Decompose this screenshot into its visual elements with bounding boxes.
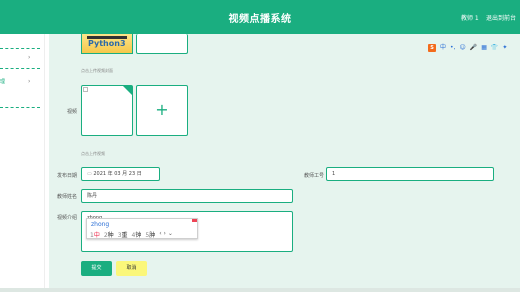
- ime-candidate[interactable]: 2种: [104, 230, 114, 239]
- microphone-icon[interactable]: 🎤: [470, 44, 477, 52]
- video-upload-box[interactable]: +: [136, 85, 188, 136]
- cover-image-title: Python3: [88, 39, 126, 48]
- ime-candidate[interactable]: 3重: [118, 230, 128, 239]
- sidebar-divider: [0, 68, 40, 69]
- teacher-id-input[interactable]: 1: [326, 167, 494, 181]
- ime-page-arrows-icon[interactable]: ‹ › ⌄: [159, 230, 173, 239]
- ime-candidate[interactable]: 4钟: [132, 230, 142, 239]
- current-user[interactable]: 教师 1: [461, 13, 479, 22]
- sidebar-divider: [0, 107, 40, 108]
- tools-icon[interactable]: ✦: [502, 44, 507, 52]
- selected-corner-icon: [123, 86, 132, 95]
- date-input[interactable]: ▭ 2021 年 03 月 23 日: [81, 167, 160, 181]
- top-header: 视频点播系统 教师 1 退出到前台: [0, 0, 520, 34]
- sidebar-item[interactable]: 理: [0, 78, 5, 85]
- exit-to-frontend-link[interactable]: 退出到前台: [486, 13, 516, 22]
- teacher-id-label: 教师工号: [303, 173, 324, 179]
- teacher-name-input[interactable]: 陈丹: [81, 189, 293, 203]
- submit-button[interactable]: 提交: [81, 261, 112, 276]
- chevron-right-icon[interactable]: ›: [28, 54, 30, 61]
- emoji-icon[interactable]: ☺: [459, 44, 465, 52]
- cover-image[interactable]: Python3: [81, 34, 133, 54]
- cover-upload-box[interactable]: [136, 34, 188, 54]
- date-label: 发布日期: [56, 173, 77, 179]
- chinese-mode-icon[interactable]: 中: [440, 44, 446, 52]
- video-preview[interactable]: [81, 85, 133, 136]
- ime-corner-mark: [192, 219, 197, 222]
- intro-label: 视频介绍: [56, 215, 77, 221]
- bottom-scrollbar[interactable]: [0, 288, 520, 292]
- app-title: 视频点播系统: [228, 14, 292, 25]
- keyboard-icon[interactable]: ▦: [481, 44, 487, 52]
- ime-toolbar: S 中 •, ☺ 🎤 ▦ 👕 ✦: [428, 44, 507, 52]
- cover-upload-hint: 点击上传视频封面: [81, 68, 113, 73]
- ime-pinyin: zhong: [91, 221, 110, 228]
- cancel-button[interactable]: 取消: [116, 261, 147, 276]
- video-upload-hint: 点击上传视频: [81, 151, 105, 156]
- ime-candidate[interactable]: 1中: [90, 230, 100, 239]
- skin-icon[interactable]: 👕: [491, 44, 498, 52]
- ime-candidate-popup: zhong 1中 2种 3重 4钟 5肿 ‹ › ⌄: [86, 218, 198, 239]
- broken-image-icon: [83, 87, 88, 92]
- sidebar: › 理 ›: [0, 34, 45, 289]
- teacher-name-label: 教师姓名: [56, 194, 77, 200]
- ime-candidates: 1中 2种 3重 4钟 5肿 ‹ › ⌄: [90, 230, 173, 239]
- chevron-right-icon[interactable]: ›: [28, 78, 30, 85]
- ime-candidate[interactable]: 5肿: [145, 230, 155, 239]
- date-value: 2021 年 03 月 23 日: [93, 171, 142, 177]
- sidebar-divider: [0, 48, 40, 49]
- plus-icon: +: [155, 100, 169, 119]
- punctuation-icon[interactable]: •,: [450, 44, 455, 52]
- video-label: 视频: [66, 109, 77, 115]
- sogou-logo-icon[interactable]: S: [428, 44, 436, 52]
